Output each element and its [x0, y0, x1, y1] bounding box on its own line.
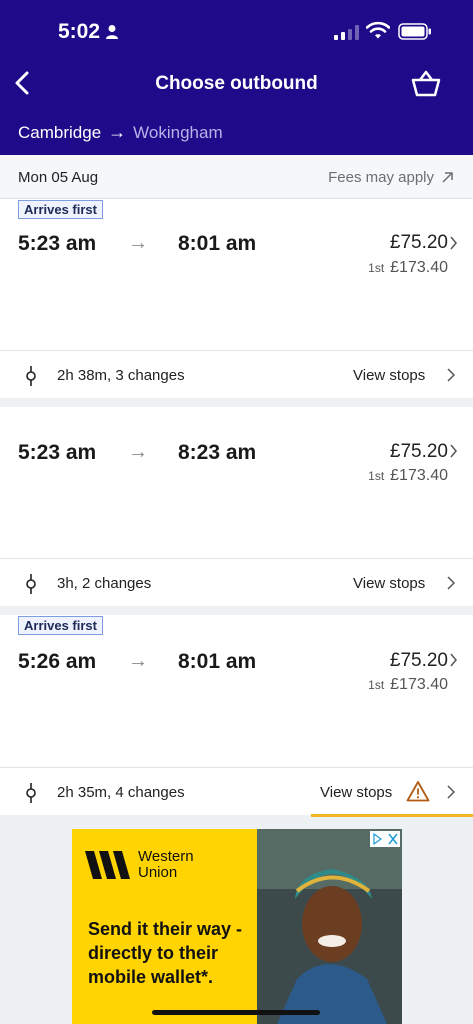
stops-icon	[26, 783, 36, 803]
date-bar: Mon 05 Aug Fees may apply	[0, 155, 473, 199]
journey-duration: 2h 38m, 3 changes	[57, 367, 185, 384]
cellular-signal-icon	[334, 25, 359, 40]
journey-duration: 2h 35m, 4 changes	[57, 784, 185, 801]
journey-card[interactable]: 5:23 am → 8:23 am £75.20 1st £173.40	[0, 407, 473, 558]
page-title: Choose outbound	[155, 73, 318, 94]
warning-icon[interactable]	[406, 780, 430, 802]
fees-link[interactable]: Fees may apply	[328, 169, 453, 186]
journey-footer: 3h, 2 changes View stops	[0, 558, 473, 606]
departure-time: 5:23 am	[18, 441, 97, 464]
warning-highlight-bar	[311, 814, 473, 817]
app-header: 5:02 Choose outbound Cambridge → Wokingh…	[0, 0, 473, 155]
first-class-label: 1st	[368, 469, 385, 483]
first-class-price-row[interactable]: 1st £173.40	[368, 467, 448, 485]
journey-footer: 2h 38m, 3 changes View stops	[0, 350, 473, 398]
route-arrow-icon: →	[108, 122, 127, 142]
fees-label: Fees may apply	[328, 169, 434, 186]
status-time: 5:02	[58, 20, 101, 43]
destination-station: Wokingham	[133, 122, 223, 142]
first-class-price: £173.40	[390, 259, 448, 276]
view-stops-link[interactable]: View stops	[320, 784, 392, 801]
external-arrow-icon	[442, 172, 453, 183]
wifi-icon	[366, 21, 390, 39]
departure-time: 5:26 am	[18, 650, 97, 673]
journey-duration: 3h, 2 changes	[57, 575, 152, 592]
ad-headline: Send it their way - directly to their mo…	[88, 919, 243, 987]
first-class-label: 1st	[368, 261, 385, 275]
arrival-time: 8:01 am	[178, 232, 257, 255]
first-class-price-row[interactable]: 1st £173.40	[368, 259, 448, 277]
person-icon	[106, 25, 118, 39]
journey-times: 5:26 am → 8:01 am	[18, 650, 256, 674]
arrival-time: 8:23 am	[178, 441, 257, 464]
departure-time: 5:23 am	[18, 232, 97, 255]
chevron-right-icon[interactable]	[449, 236, 458, 250]
journey-card[interactable]: Arrives first 5:26 am → 8:01 am £75.20 1…	[0, 615, 473, 767]
arrives-first-badge: Arrives first	[18, 616, 103, 635]
first-class-price: £173.40	[390, 676, 448, 693]
standard-price[interactable]: £75.20	[390, 232, 448, 254]
view-stops-link[interactable]: View stops	[353, 367, 425, 384]
ad-close-icon[interactable]	[370, 831, 400, 847]
standard-price[interactable]: £75.20	[390, 441, 448, 463]
chevron-right-icon[interactable]	[447, 785, 455, 799]
brand-line-1: Western	[138, 848, 194, 865]
brand-line-2: Union	[138, 864, 178, 881]
woman-portrait-image	[257, 829, 402, 1024]
route-summary: Cambridge → Wokingham	[18, 122, 223, 143]
journey-arrow-icon: →	[128, 650, 148, 672]
advertisement-banner[interactable]: Western Union Send it their way - direct…	[72, 829, 402, 1024]
travel-date: Mon 05 Aug	[18, 169, 99, 186]
ad-photo	[257, 829, 402, 1024]
first-class-price-row[interactable]: 1st £173.40	[368, 676, 448, 694]
chevron-right-icon[interactable]	[449, 444, 458, 458]
battery-icon	[398, 23, 431, 40]
stops-icon	[26, 574, 36, 594]
standard-price[interactable]: £75.20	[390, 650, 448, 672]
western-union-logo	[85, 851, 130, 879]
journey-arrow-icon: →	[128, 441, 148, 463]
stops-icon	[26, 366, 36, 386]
first-class-label: 1st	[368, 678, 385, 692]
journey-footer: 2h 35m, 4 changes View stops	[0, 767, 473, 817]
arrival-time: 8:01 am	[178, 650, 257, 673]
journey-card[interactable]: Arrives first 5:23 am → 8:01 am £75.20 1…	[0, 199, 473, 350]
chevron-right-icon[interactable]	[449, 653, 458, 667]
view-stops-link[interactable]: View stops	[353, 575, 425, 592]
chevron-right-icon[interactable]	[447, 368, 455, 382]
origin-station: Cambridge	[18, 122, 102, 142]
brand-name: Western Union	[138, 849, 194, 881]
journey-times: 5:23 am → 8:01 am	[18, 232, 256, 256]
home-indicator[interactable]	[152, 1010, 320, 1015]
basket-icon[interactable]	[411, 70, 441, 98]
journey-arrow-icon: →	[128, 232, 148, 254]
journey-times: 5:23 am → 8:23 am	[18, 441, 256, 465]
chevron-right-icon[interactable]	[447, 576, 455, 590]
first-class-price: £173.40	[390, 467, 448, 484]
arrives-first-badge: Arrives first	[18, 200, 103, 219]
